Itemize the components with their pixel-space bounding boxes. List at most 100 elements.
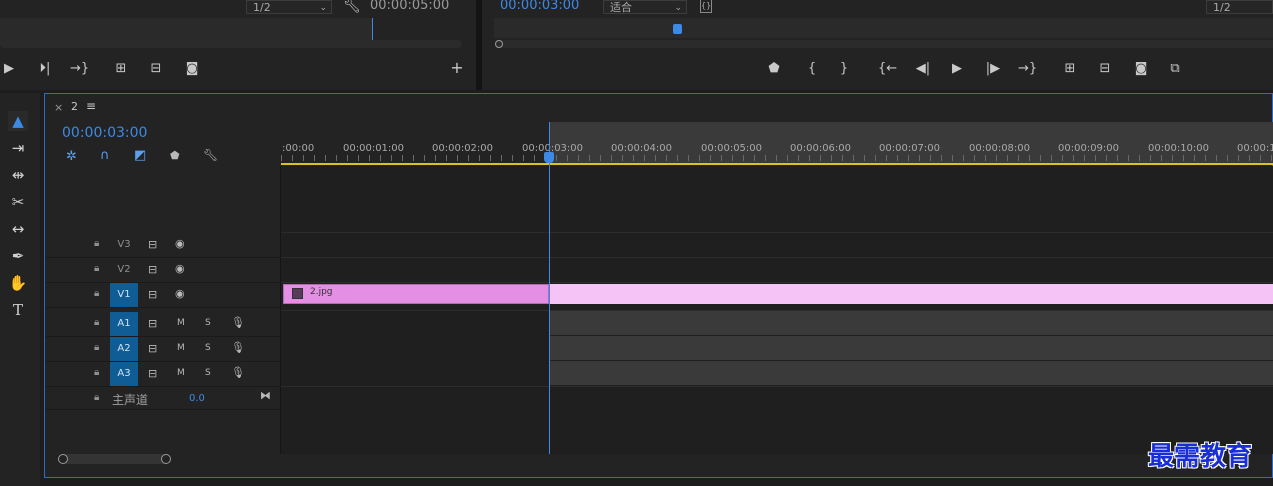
track-name-v3[interactable]: V3 [110, 233, 138, 257]
track-select-tool-icon[interactable]: ⇥ [8, 138, 28, 158]
nest-icon[interactable]: ✲ [66, 149, 77, 164]
add-button[interactable]: + [448, 60, 466, 76]
lock-icon[interactable]: 🔒︎ [94, 317, 99, 328]
master-track-label: 主声道 [112, 393, 149, 407]
razor-tool-icon[interactable]: ✂ [8, 192, 28, 212]
ruler-label: 00:00:06:00 [790, 143, 852, 154]
master-volume-value[interactable]: 0.0 [189, 393, 205, 404]
mark-in-icon[interactable]: { [803, 62, 821, 76]
program-mini-ruler[interactable] [494, 18, 1273, 38]
sync-lock-icon[interactable]: ⊟ [148, 317, 157, 330]
program-zoom-scrollbar[interactable] [496, 40, 1273, 48]
comparison-view-icon[interactable]: ⧉ [1166, 62, 1184, 76]
step-back-icon[interactable]: ◀︎| [914, 62, 932, 76]
step-forward-icon[interactable]: ⏵︎| [36, 62, 54, 76]
insert-icon[interactable]: ⊞ [112, 62, 130, 76]
lock-icon[interactable]: 🔒︎ [94, 392, 99, 403]
track-name-a3[interactable]: A3 [110, 362, 138, 386]
linked-selection-icon[interactable]: ◩ [134, 148, 146, 163]
camera-icon[interactable]: ◙ [1132, 62, 1150, 76]
close-tab-icon[interactable]: × [54, 101, 63, 114]
audio-track-region[interactable] [549, 311, 1273, 335]
overwrite-icon[interactable]: ⊟ [147, 62, 165, 76]
render-bar [281, 163, 1273, 165]
source-playhead[interactable] [372, 18, 373, 40]
microphone-icon[interactable]: 🎙︎ [231, 341, 245, 354]
solo-button[interactable]: S [205, 318, 211, 328]
mark-out-icon[interactable]: } [835, 62, 853, 76]
pen-tool-icon[interactable]: ✒ [8, 246, 28, 266]
type-tool-icon[interactable]: T [8, 300, 28, 320]
lock-icon[interactable]: 🔒︎ [94, 263, 99, 274]
sync-lock-icon[interactable]: ⊟ [148, 342, 157, 355]
play-icon[interactable]: ▶ [0, 62, 18, 76]
lock-icon[interactable]: 🔒︎ [94, 238, 99, 249]
ruler-label: 00:00:05:00 [701, 143, 763, 154]
extract-icon[interactable]: ⊟ [1096, 62, 1114, 76]
add-marker-icon[interactable]: ⬟ [170, 149, 180, 162]
panel-menu-icon[interactable]: ≡ [86, 99, 96, 113]
wrench-icon[interactable]: 🔧︎ [343, 0, 361, 14]
track-separator [281, 282, 1273, 283]
track-name-a1[interactable]: A1 [110, 312, 138, 336]
selection-tool-icon[interactable]: ▲ [8, 111, 28, 131]
timeline-zoom-scrollbar[interactable] [60, 454, 170, 464]
sequence-tab[interactable]: 2 [71, 100, 78, 113]
program-timecode[interactable]: 00:00:03:00 [500, 0, 579, 13]
go-to-out-icon[interactable]: →} [70, 62, 89, 76]
settings-box-icon[interactable]: {} [700, 0, 712, 13]
source-timecode[interactable]: 00:00:05:00 [370, 0, 449, 13]
clip-2jpg[interactable]: 2.jpg [283, 284, 549, 304]
track-name-v2[interactable]: V2 [110, 258, 138, 282]
mute-button[interactable]: M [177, 318, 185, 328]
camera-icon[interactable]: ◙ [183, 62, 201, 76]
timeline-playhead-line[interactable] [549, 122, 550, 454]
sync-lock-icon[interactable]: ⊟ [148, 288, 157, 301]
slip-tool-icon[interactable]: ↔ [8, 219, 28, 239]
track-name-a2[interactable]: A2 [110, 337, 138, 361]
program-resolution-select[interactable]: 1/2 [1206, 0, 1273, 14]
lift-icon[interactable]: ⊞ [1061, 62, 1079, 76]
step-forward-icon[interactable]: |▶︎ [984, 62, 1002, 76]
track-header-master: 🔒︎ 主声道 0.0 ⧓ [46, 387, 280, 410]
lock-icon[interactable]: 🔒︎ [94, 342, 99, 353]
ripple-edit-tool-icon[interactable]: ⇹ [8, 165, 28, 185]
eye-icon[interactable]: ◉ [175, 262, 185, 275]
audio-track-region[interactable] [549, 361, 1273, 385]
marker-icon[interactable]: ⬟ [765, 62, 783, 76]
solo-button[interactable]: S [205, 343, 211, 353]
track-header-a2: 🔒︎ A2 ⊟ M S 🎙︎ [46, 337, 280, 362]
sync-lock-icon[interactable]: ⊟ [148, 238, 157, 251]
microphone-icon[interactable]: 🎙︎ [231, 366, 245, 379]
watermark-text: 最需教育 [1148, 442, 1253, 472]
go-to-out-icon[interactable]: →} [1018, 62, 1037, 76]
source-resolution-select[interactable]: 1/2 ⌄ [246, 0, 332, 14]
eye-icon[interactable]: ◉ [175, 237, 185, 250]
timeline-settings-wrench-icon[interactable]: 🔧︎ [203, 148, 218, 162]
clip-extension[interactable] [549, 284, 1273, 304]
solo-button[interactable]: S [205, 368, 211, 378]
microphone-icon[interactable]: 🎙︎ [231, 316, 245, 329]
timeline-timecode[interactable]: 00:00:03:00 [62, 125, 147, 141]
scroll-handle-left[interactable] [58, 454, 68, 464]
lock-icon[interactable]: 🔒︎ [94, 367, 99, 378]
sync-lock-icon[interactable]: ⊟ [148, 367, 157, 380]
mute-button[interactable]: M [177, 343, 185, 353]
play-icon[interactable]: ▶ [948, 62, 966, 76]
go-to-in-icon[interactable]: {← [878, 62, 897, 76]
source-zoom-scrollbar[interactable] [0, 40, 462, 48]
lock-icon[interactable]: 🔒︎ [94, 288, 99, 299]
mute-button[interactable]: M [177, 368, 185, 378]
hand-tool-icon[interactable]: ✋ [8, 273, 28, 293]
scroll-handle-right[interactable] [161, 454, 171, 464]
track-name-v1[interactable]: V1 [110, 283, 138, 307]
fit-select[interactable]: 适合 ⌄ [603, 0, 687, 14]
sync-lock-icon[interactable]: ⊟ [148, 263, 157, 276]
scroll-handle-left[interactable] [495, 40, 503, 48]
go-to-end-icon[interactable]: ⧓ [260, 389, 271, 402]
audio-track-region[interactable] [549, 336, 1273, 360]
snap-magnet-icon[interactable]: ∩ [100, 148, 110, 163]
track-header-a3: 🔒︎ A3 ⊟ M S 🎙︎ [46, 362, 280, 387]
program-playhead[interactable] [673, 24, 682, 34]
eye-icon[interactable]: ◉ [175, 287, 185, 300]
